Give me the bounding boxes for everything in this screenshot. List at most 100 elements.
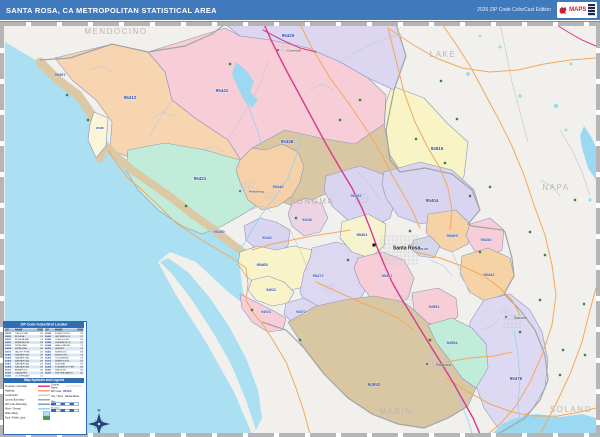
county-label-sonoma: SONOMA [290,197,335,206]
park-marker [428,338,432,342]
pond [588,198,592,202]
legend-samples: County Name SONOMA ZIP Code 95404 City / Tow… [51,384,82,420]
park-marker [478,250,482,254]
zip-label-95405: 95405 [420,247,429,251]
zip-label-94954: 94954 [446,340,458,345]
legend-symbol-list: Freeway / Interstate Highway Local Road Cou… [5,384,50,420]
city-label-healdsburg: Healdsburg [249,190,265,194]
zip-index-table: ZIP NAME GRID 94515 CALISTOGA E2 94922 BODEGA C4… [4,328,84,378]
legend-sample-row: City / Town Santa Rosa [51,395,80,399]
publisher-logo: MAPS [557,2,597,18]
zip-index-column: ZIP NAME GRID 95436 FORESTVILLE D3 95441 GEYSER… [44,328,84,378]
pond [564,128,568,132]
county-label-lake: LAKE [430,50,456,59]
legend-panel: ZIP Code Index/Grid Locator ZIP NAME GRID 9… [3,321,87,435]
zip-label-95412: 95412 [124,95,137,100]
park-marker [65,93,69,97]
park-marker [538,298,542,302]
city-marker-square [372,243,376,247]
county-label-solano: SOLANO [550,405,592,414]
park-marker [346,258,350,262]
city-marker-dot [277,49,279,51]
park-marker [298,338,302,342]
legend-swatch [43,415,50,420]
park-marker [338,118,342,122]
compass-north-label: N [98,408,101,413]
zip-label-94922: 94922 [266,288,276,292]
zip-label-95425: 95425 [282,33,295,38]
city-label-petaluma: Petaluma [436,363,451,367]
zip-label-95404: 95404 [426,198,439,203]
park-marker [294,216,298,220]
zip-label-95472: 95472 [312,273,324,278]
zip-label-94923: 94923 [261,310,271,314]
legend-item-label: Freeway / Interstate [5,384,28,388]
zip-label-94952: 94952 [368,382,381,387]
park-marker [518,330,522,334]
zip-label-95446: 95446 [272,184,284,189]
map-canvas: MENDOCINO LAKE SONOMA NAPA MARIN SOLANO 94515 9… [0,22,600,437]
legend-swatch [38,390,50,392]
pond [466,72,470,76]
zip-label-95448: 95448 [281,139,294,144]
zip-label-95441: 95441 [216,88,229,93]
legend-item-label: Park / Public Land [5,416,26,420]
logo-text-block [588,4,595,16]
legend-swatch [38,385,50,388]
map-title: SANTA ROSA, CA METROPOLITAN STATISTICAL … [6,5,217,15]
park-marker [528,230,532,234]
legend-item-label: County Boundary [5,398,25,402]
park-marker [439,79,443,83]
zip-label-94951: 94951 [428,304,440,309]
park-marker [228,62,232,66]
zip-label-95409: 95409 [446,233,458,238]
city-marker-dot [426,363,428,365]
map-area: ZIP Code Index/Grid Locator ZIP NAME GRID 9… [0,21,600,437]
edition-label: 2026 ZIP Code ColorCast Edition [477,7,551,13]
usa-map-icon [559,6,567,14]
legend-item-label: Local Road [5,393,18,397]
park-marker [582,302,586,306]
county-label-marin: MARIN [379,407,412,416]
pond [518,94,522,98]
zip-label-95450: 95450 [213,229,225,234]
legend-content: ZIP Code Index/Grid Locator ZIP NAME GRID 9… [4,322,84,432]
zip-index-column: ZIP NAME GRID 94515 CALISTOGA E2 94922 BODEGA C4… [4,328,44,378]
park-marker [455,117,459,121]
park-marker [583,353,587,357]
map-legend-body: Freeway / Interstate Highway Local Road Cou… [4,383,84,421]
park-marker [573,198,577,202]
park-marker [443,161,447,165]
park-marker [86,118,90,122]
zip-label-95476: 95476 [510,376,523,381]
legend-item-label: Water Body [5,411,18,415]
park-marker [561,348,565,352]
legend-item-label: Highway [5,389,15,393]
park-marker [543,253,547,257]
county-label-mendocino: MENDOCINO [84,27,147,36]
zip-label-95480: 95480 [96,126,104,130]
zip-label-95465: 95465 [256,262,268,267]
legend-swatch [38,408,50,410]
county-label-napa: NAPA [542,183,569,192]
zip-label-95442: 95442 [483,272,495,277]
legend-item-label: River / Stream [5,407,21,411]
zip-label-95497: 95497 [54,72,66,77]
scale-bar-miles [51,402,79,406]
city-label-sonoma: Sonoma [514,316,527,320]
zip-label-95436: 95436 [302,218,312,222]
city-label-santa-rosa: Santa Rosa [393,246,420,252]
park-marker [468,194,472,198]
zip-label-95401: 95401 [356,232,368,237]
scale-bar-km [51,409,79,413]
zip-label-95492: 95492 [350,193,362,198]
park-marker [184,204,188,208]
pond [569,62,573,66]
legend-swatch [38,399,50,401]
city-marker-dot [505,316,507,318]
zip-index-row: 95497 THE SEA RANCH A1 [44,371,84,375]
park-marker [250,308,254,312]
city-label-cloverdale: Cloverdale [287,49,302,53]
park-marker [558,373,562,377]
legend-swatch [43,411,50,416]
